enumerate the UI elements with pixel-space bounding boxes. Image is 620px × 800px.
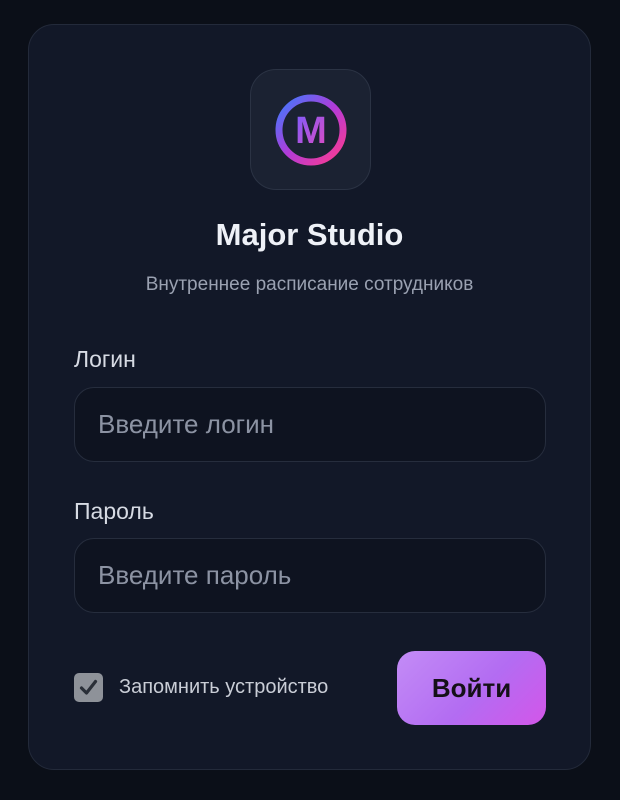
login-label: Логин xyxy=(74,346,136,372)
logo-letter: M xyxy=(295,110,327,152)
password-label: Пароль xyxy=(74,498,154,524)
login-card: M Major Studio Внутреннее расписание сот… xyxy=(28,24,591,770)
app-subtitle: Внутреннее расписание сотрудников xyxy=(145,274,474,295)
password-input[interactable] xyxy=(74,538,546,613)
remember-label: Запомнить устройство xyxy=(119,676,329,698)
logo-icon: M xyxy=(275,94,346,165)
remember-checkbox[interactable] xyxy=(74,673,103,702)
remember-device[interactable]: Запомнить устройство xyxy=(74,673,328,702)
login-button[interactable]: Войти xyxy=(397,651,546,725)
app-title: Major Studio xyxy=(215,217,404,252)
login-input[interactable] xyxy=(74,387,546,462)
checkmark-icon xyxy=(79,679,98,695)
logo-tile: M xyxy=(250,69,371,190)
